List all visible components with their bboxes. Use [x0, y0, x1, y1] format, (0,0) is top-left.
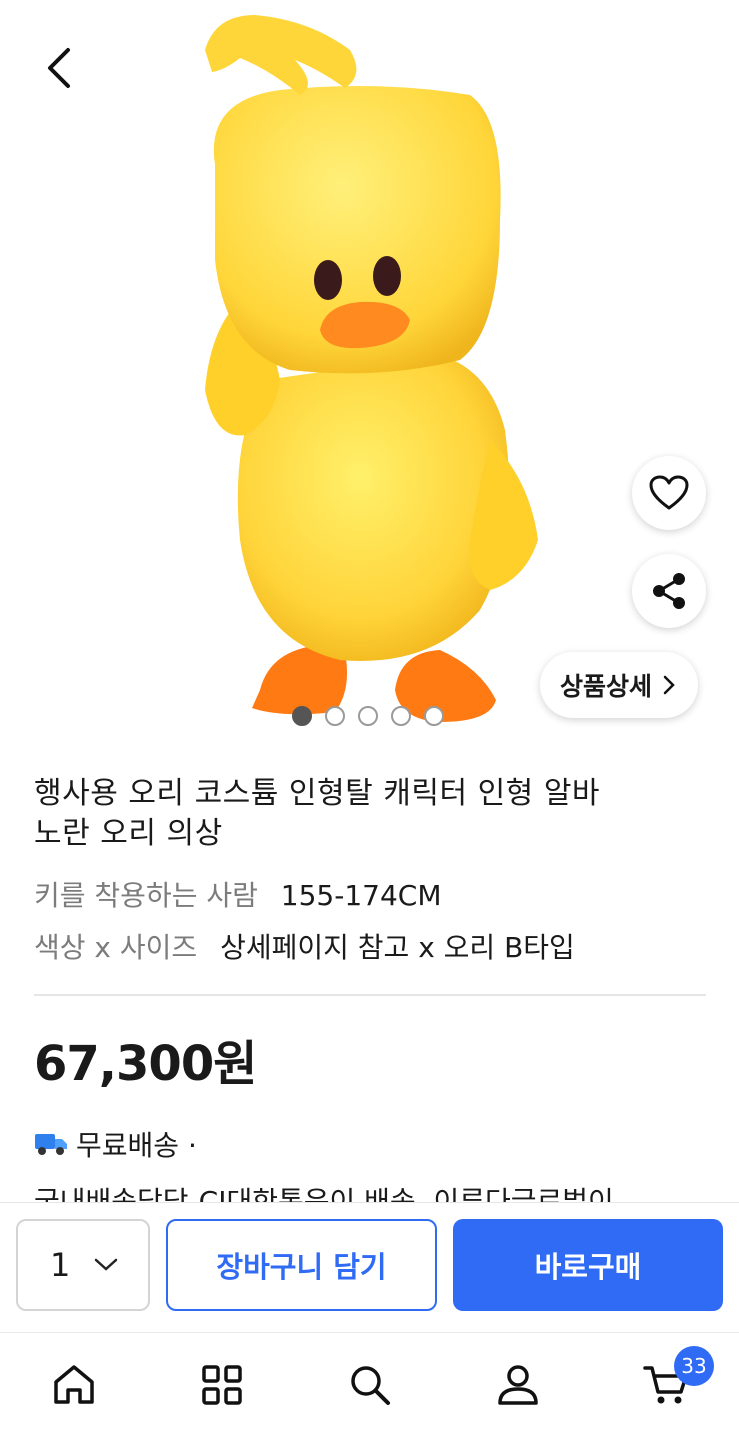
- pagination-dot[interactable]: [292, 706, 312, 726]
- share-icon: [653, 573, 685, 609]
- option-value: 상세페이지 참고 x 오리 B타입: [220, 931, 575, 964]
- tab-search[interactable]: [344, 1359, 396, 1411]
- shipping-detail: 국내배송담당-CJ대한통운이 배송, 이루다글로벌이: [34, 1185, 614, 1204]
- pagination-dot[interactable]: [325, 706, 345, 726]
- product-image[interactable]: 상품상세: [0, 0, 739, 740]
- tab-categories[interactable]: [196, 1359, 248, 1411]
- grid-icon: [202, 1365, 242, 1405]
- buy-now-button[interactable]: 바로구매: [453, 1219, 723, 1311]
- truck-icon: [35, 1134, 67, 1155]
- option-row: 키를 착용하는 사람 155-174CM: [34, 870, 706, 922]
- option-label: 키를 착용하는 사람: [34, 879, 258, 912]
- option-label: 색상 x 사이즈: [34, 931, 198, 964]
- chevron-down-icon: [94, 1258, 118, 1271]
- product-detail-button[interactable]: 상품상세: [540, 652, 699, 718]
- home-icon: [54, 1365, 94, 1404]
- shipping-info: 무료배송 ·: [34, 1124, 197, 1164]
- back-button[interactable]: [30, 40, 86, 96]
- tab-my-page[interactable]: [492, 1359, 544, 1411]
- option-value: 155-174CM: [280, 879, 442, 912]
- chevron-left-icon: [48, 48, 70, 88]
- divider: [34, 994, 706, 996]
- share-button[interactable]: [632, 554, 706, 628]
- cart-count-badge: 33: [674, 1346, 714, 1386]
- product-detail-label: 상품상세: [560, 672, 653, 701]
- pagination-dot[interactable]: [358, 706, 378, 726]
- bottom-navigation: [0, 1332, 739, 1440]
- pagination-dot[interactable]: [391, 706, 411, 726]
- quantity-select[interactable]: 1: [16, 1219, 150, 1311]
- add-to-cart-button[interactable]: 장바구니 담기: [166, 1219, 437, 1311]
- option-row: 색상 x 사이즈 상세페이지 참고 x 오리 B타입: [34, 922, 706, 974]
- product-title-line: 노란 오리 의상: [34, 816, 223, 851]
- product-info: 행사용 오리 코스튬 인형탈 캐릭터 인형 알바 노란 오리 의상 키를 착용하…: [34, 774, 706, 974]
- purchase-bar: 1 장바구니 담기 바로구매: [0, 1202, 739, 1332]
- duck-costume-illustration: [205, 15, 538, 722]
- shipping-label: 무료배송 ·: [76, 1129, 197, 1162]
- quantity-value: 1: [50, 1246, 71, 1284]
- pagination-dot[interactable]: [424, 706, 444, 726]
- chevron-right-icon: [663, 675, 675, 695]
- wishlist-button[interactable]: [632, 456, 706, 530]
- search-icon: [351, 1366, 390, 1405]
- product-title-line: 행사용 오리 코스튬 인형탈 캐릭터 인형 알바: [34, 776, 601, 811]
- product-title: 행사용 오리 코스튬 인형탈 캐릭터 인형 알바 노란 오리 의상: [34, 774, 706, 854]
- product-price: 67,300원: [34, 1036, 257, 1092]
- image-pagination: [292, 706, 444, 726]
- tab-home[interactable]: [48, 1359, 100, 1411]
- heart-icon: [649, 475, 689, 510]
- user-icon: [498, 1365, 538, 1405]
